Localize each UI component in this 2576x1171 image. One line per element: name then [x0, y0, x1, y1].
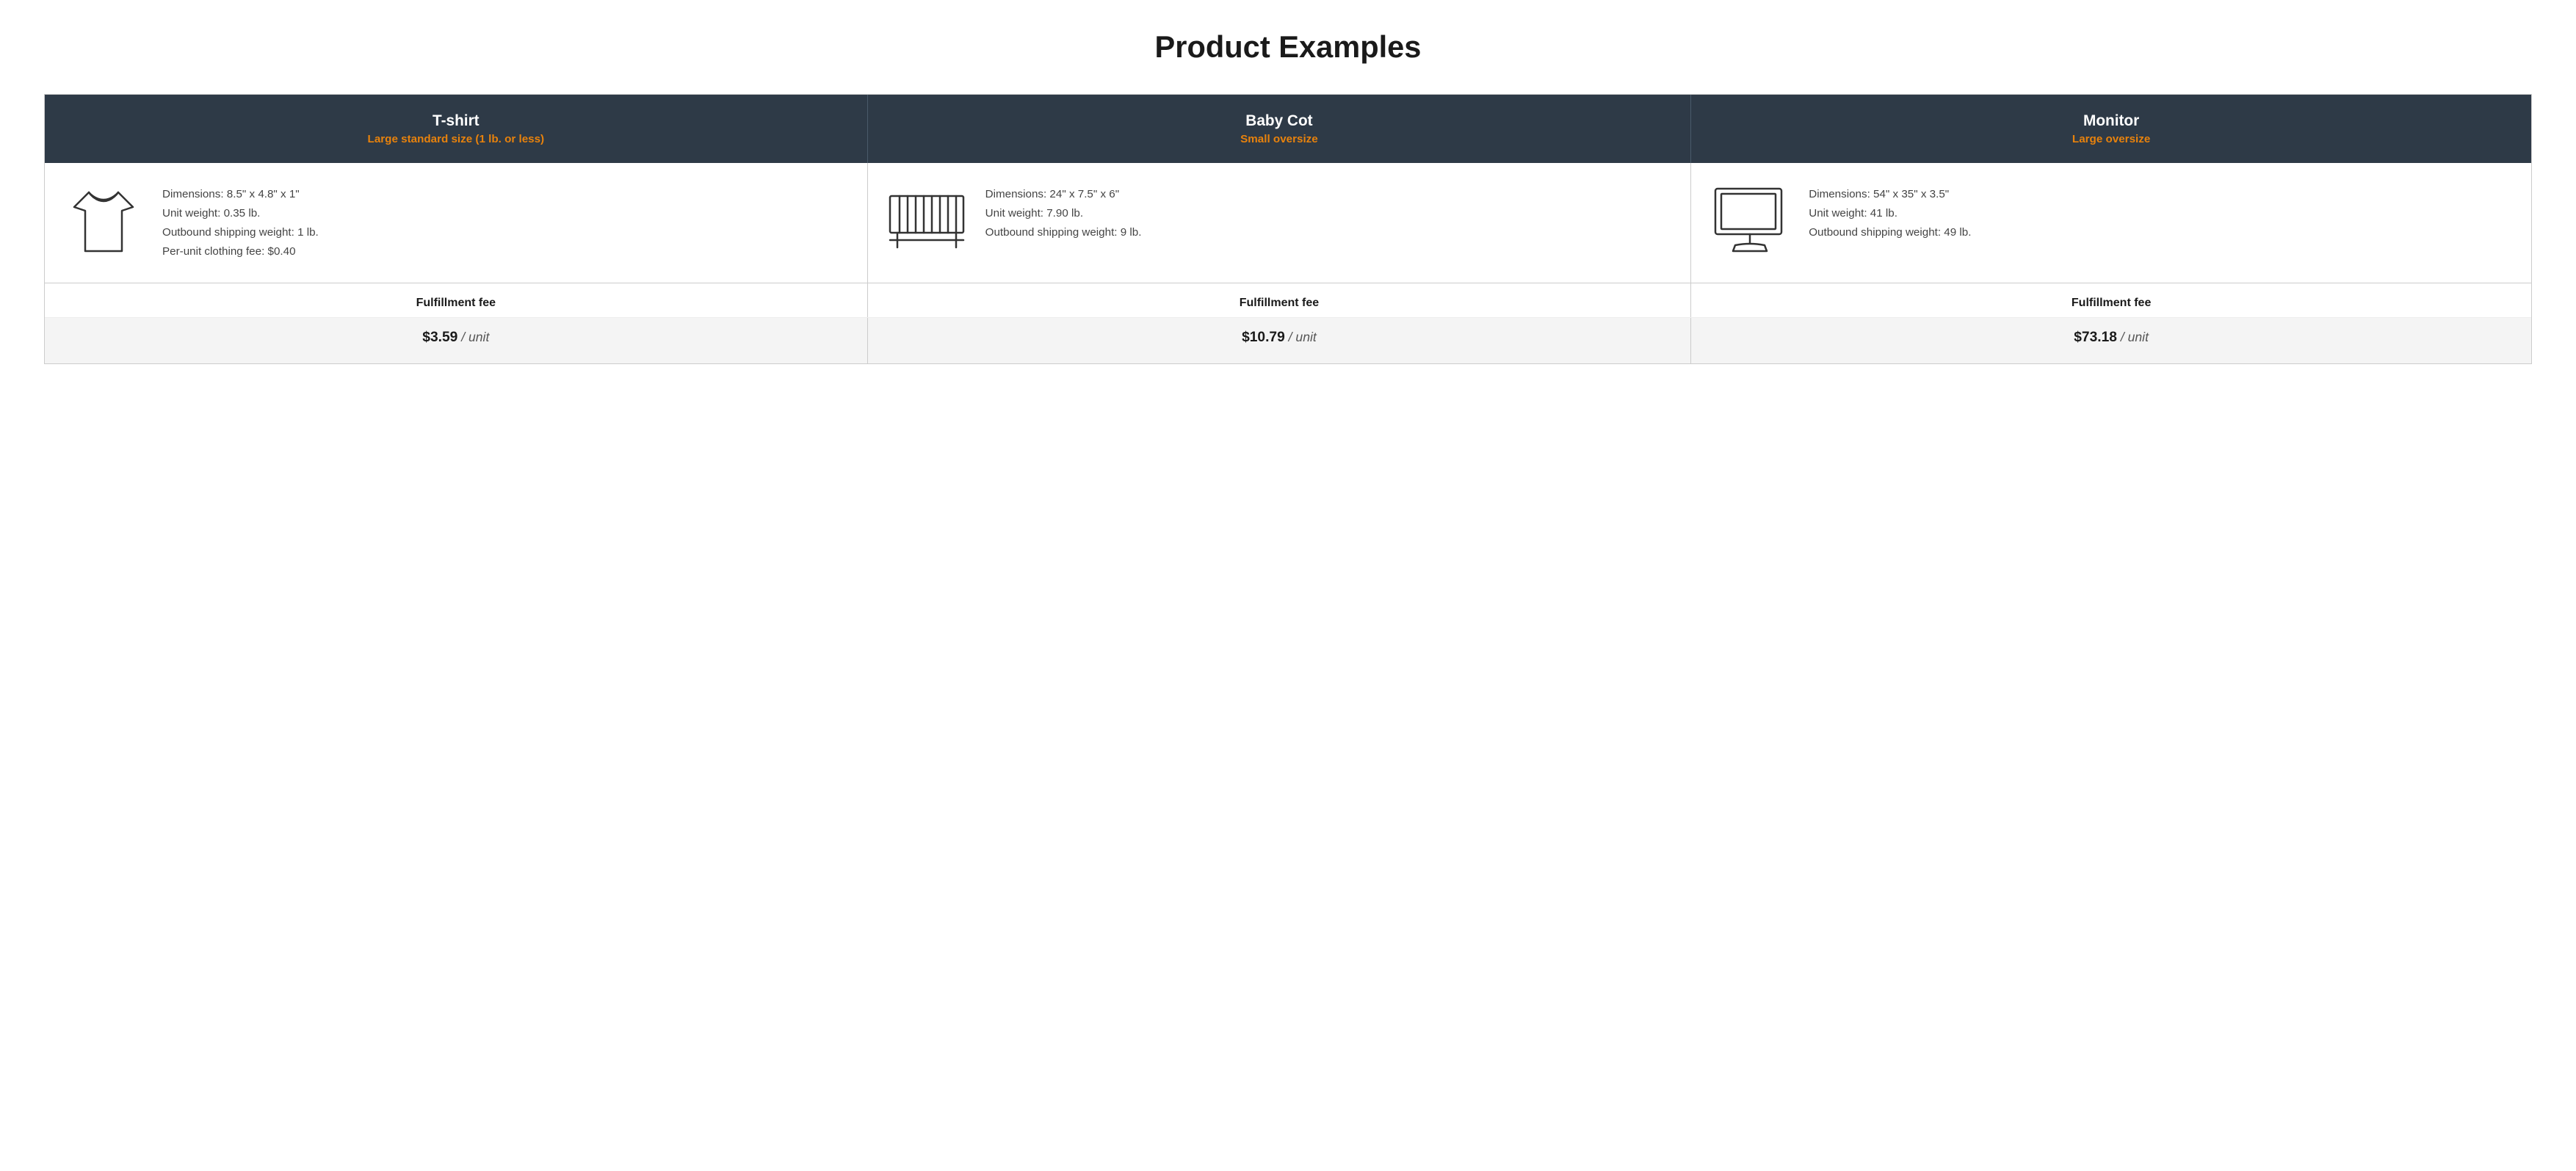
- babycot-outbound-shipping: Outbound shipping weight: 9 lb.: [985, 223, 1142, 242]
- tshirt-icon: [59, 185, 148, 258]
- product-examples-table: T-shirt Large standard size (1 lb. or le…: [44, 94, 2532, 364]
- page-title: Product Examples: [44, 29, 2532, 65]
- tshirt-dimensions: Dimensions: 8.5" x 4.8" x 1": [162, 185, 319, 204]
- monitor-fee-amount: $73.18: [2074, 330, 2117, 345]
- monitor-details-cell: Dimensions: 54" x 35" x 3.5" Unit weight…: [1691, 163, 2531, 283]
- header-babycot-name: Baby Cot: [883, 112, 1676, 130]
- monitor-fee-value: $73.18 / unit: [2074, 330, 2149, 344]
- header-babycot-size: Small oversize: [883, 133, 1676, 145]
- babycot-details-cell: Dimensions: 24" x 7.5" x 6" Unit weight:…: [867, 163, 1691, 283]
- header-tshirt-name: T-shirt: [59, 112, 853, 130]
- fee-value-row: $3.59 / unit $10.79 / unit $73.18 / unit: [45, 318, 2531, 364]
- tshirt-fee-unit: / unit: [461, 330, 489, 344]
- fee-label-row: Fulfillment fee Fulfillment fee Fulfillm…: [45, 283, 2531, 318]
- babycot-icon: [883, 185, 971, 251]
- tshirt-details-cell: Dimensions: 8.5" x 4.8" x 1" Unit weight…: [45, 163, 867, 283]
- babycot-unit-weight: Unit weight: 7.90 lb.: [985, 204, 1142, 223]
- tshirt-cell-content: Dimensions: 8.5" x 4.8" x 1" Unit weight…: [59, 185, 853, 261]
- babycot-fee-label: Fulfillment fee: [867, 283, 1691, 318]
- babycot-cell-content: Dimensions: 24" x 7.5" x 6" Unit weight:…: [883, 185, 1676, 251]
- babycot-fee-value-cell: $10.79 / unit: [867, 318, 1691, 364]
- table-header-row: T-shirt Large standard size (1 lb. or le…: [45, 95, 2531, 163]
- monitor-dimensions: Dimensions: 54" x 35" x 3.5": [1809, 185, 1971, 204]
- monitor-details: Dimensions: 54" x 35" x 3.5" Unit weight…: [1809, 185, 1971, 242]
- monitor-cell-content: Dimensions: 54" x 35" x 3.5" Unit weight…: [1706, 185, 2517, 258]
- header-monitor-name: Monitor: [1706, 112, 2517, 130]
- header-tshirt-size: Large standard size (1 lb. or less): [59, 133, 853, 145]
- tshirt-fee-value-cell: $3.59 / unit: [45, 318, 867, 364]
- tshirt-fee-amount: $3.59: [422, 330, 457, 345]
- monitor-fee-value-cell: $73.18 / unit: [1691, 318, 2531, 364]
- tshirt-extra-fee: Per-unit clothing fee: $0.40: [162, 242, 319, 261]
- header-monitor: Monitor Large oversize: [1691, 95, 2531, 163]
- monitor-icon: [1706, 185, 1794, 258]
- babycot-fee-value: $10.79 / unit: [1242, 330, 1317, 344]
- monitor-fee-unit: / unit: [2121, 330, 2149, 344]
- header-monitor-size: Large oversize: [1706, 133, 2517, 145]
- tshirt-unit-weight: Unit weight: 0.35 lb.: [162, 204, 319, 223]
- tshirt-outbound-shipping: Outbound shipping weight: 1 lb.: [162, 223, 319, 242]
- monitor-unit-weight: Unit weight: 41 lb.: [1809, 204, 1971, 223]
- tshirt-fee-value: $3.59 / unit: [422, 330, 489, 344]
- tshirt-fee-label: Fulfillment fee: [45, 283, 867, 318]
- babycot-dimensions: Dimensions: 24" x 7.5" x 6": [985, 185, 1142, 204]
- monitor-outbound-shipping: Outbound shipping weight: 49 lb.: [1809, 223, 1971, 242]
- monitor-fee-label: Fulfillment fee: [1691, 283, 2531, 318]
- babycot-fee-amount: $10.79: [1242, 330, 1285, 345]
- babycot-details: Dimensions: 24" x 7.5" x 6" Unit weight:…: [985, 185, 1142, 242]
- babycot-fee-unit: / unit: [1289, 330, 1317, 344]
- details-row: Dimensions: 8.5" x 4.8" x 1" Unit weight…: [45, 163, 2531, 283]
- header-tshirt: T-shirt Large standard size (1 lb. or le…: [45, 95, 867, 163]
- header-babycot: Baby Cot Small oversize: [867, 95, 1691, 163]
- tshirt-details: Dimensions: 8.5" x 4.8" x 1" Unit weight…: [162, 185, 319, 261]
